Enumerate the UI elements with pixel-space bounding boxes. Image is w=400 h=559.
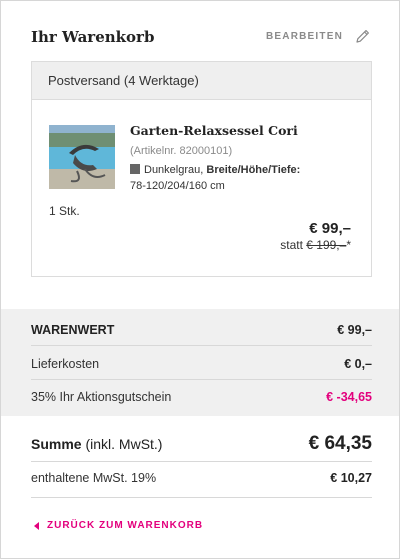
product-name[interactable]: Garten-Relaxsessel Cori xyxy=(130,123,298,138)
dims-label: Breite/Höhe/Tiefe: xyxy=(206,164,301,176)
lieferkosten-value: € 0,– xyxy=(344,357,372,371)
tax-value: € 10,27 xyxy=(330,471,372,485)
summary-row-warenwert: WARENWERT € 99,– xyxy=(31,323,372,337)
warenwert-label: WARENWERT xyxy=(31,323,115,337)
total-divider xyxy=(31,461,372,462)
tax-divider xyxy=(31,497,372,498)
cart-header: Ihr Warenkorb BEARBEITEN xyxy=(1,1,399,61)
color-swatch-icon xyxy=(130,164,140,174)
product-image[interactable] xyxy=(49,125,115,189)
lieferkosten-label: Lieferkosten xyxy=(31,357,100,371)
gutschein-value: € -34,65 xyxy=(326,390,372,404)
summary-divider xyxy=(31,379,372,380)
shipment-box: Postversand (4 Werktage) Garten-Relaxses… xyxy=(31,61,372,277)
pencil-icon[interactable] xyxy=(355,28,371,44)
dims-value: 78-120/204/160 cm xyxy=(130,180,225,192)
summe-label: Summe xyxy=(31,436,82,452)
total-label: Summe (inkl. MwSt.) xyxy=(31,436,162,452)
tax-row: enthaltene MwSt. 19% € 10,27 xyxy=(31,471,372,485)
variant-color: Dunkelgrau, xyxy=(144,164,204,176)
caret-left-icon[interactable] xyxy=(34,521,39,530)
shipping-method: Postversand (4 Werktage) xyxy=(32,62,371,100)
summary-row-lieferkosten: Lieferkosten € 0,– xyxy=(31,357,372,371)
summary-divider xyxy=(31,345,372,346)
old-price-line: statt € 199,–* xyxy=(280,238,351,252)
total-value: € 64,35 xyxy=(308,433,372,454)
tax-label: enthaltene MwSt. 19% xyxy=(31,471,157,485)
old-price-mark: * xyxy=(346,238,351,252)
article-number: (Artikelnr. 82000101) xyxy=(130,145,233,157)
order-summary: WARENWERT € 99,– Lieferkosten € 0,– 35% … xyxy=(1,309,399,416)
total-row: Summe (inkl. MwSt.) € 64,35 xyxy=(31,433,372,455)
statt-label: statt xyxy=(280,238,303,252)
back-to-cart-link[interactable]: ZURÜCK ZUM WARENKORB xyxy=(34,520,203,531)
cart-title: Ihr Warenkorb xyxy=(31,28,155,46)
gutschein-label: 35% Ihr Aktionsgutschein xyxy=(31,390,172,404)
product-variant: Dunkelgrau, Breite/Höhe/Tiefe: 78-120/20… xyxy=(130,162,360,194)
summe-suffix: (inkl. MwSt.) xyxy=(81,436,163,452)
edit-label[interactable]: BEARBEITEN xyxy=(266,31,343,42)
edit-cart-button[interactable]: BEARBEITEN xyxy=(266,28,371,44)
old-price: € 199,– xyxy=(306,238,347,252)
summary-row-gutschein: 35% Ihr Aktionsgutschein € -34,65 xyxy=(31,390,372,404)
cart-summary-panel: Ihr Warenkorb BEARBEITEN Postversand (4 … xyxy=(0,0,400,559)
quantity: 1 Stk. xyxy=(49,204,80,218)
back-to-cart-label[interactable]: ZURÜCK ZUM WARENKORB xyxy=(47,520,203,531)
warenwert-value: € 99,– xyxy=(337,323,372,337)
item-price: € 99,– xyxy=(309,220,351,237)
